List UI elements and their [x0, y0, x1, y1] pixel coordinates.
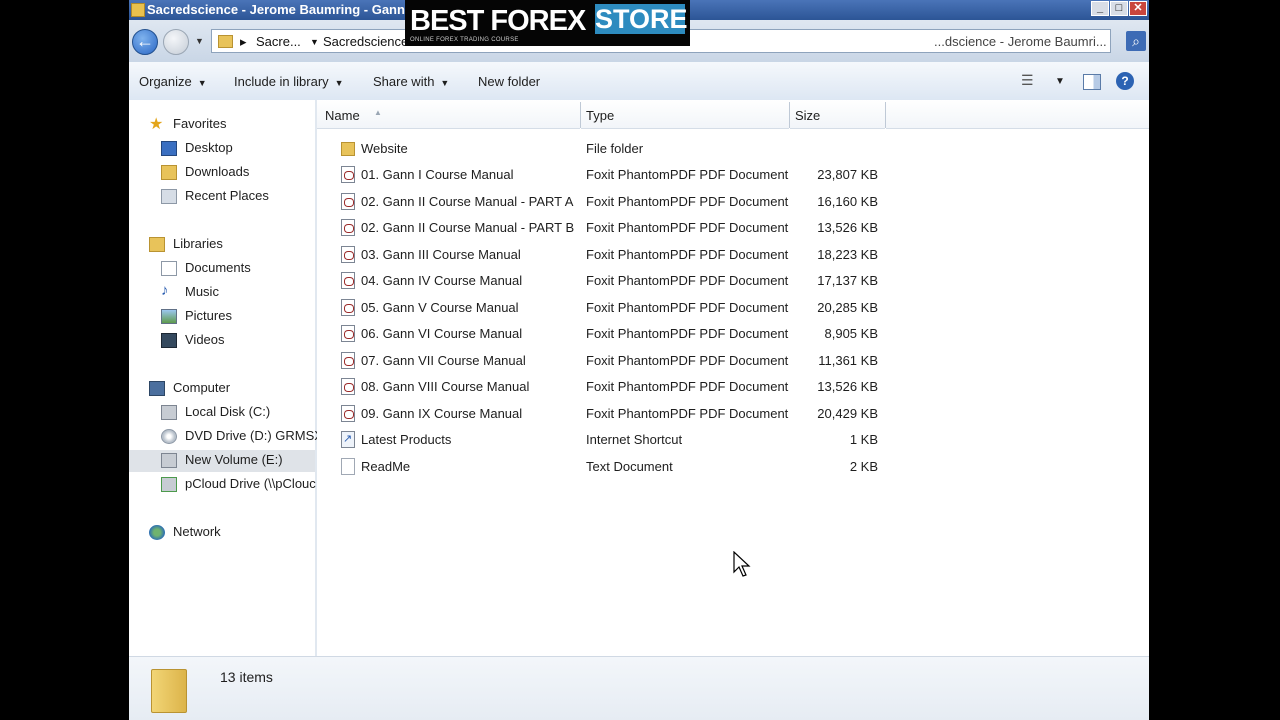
- hard-drive-icon: [161, 405, 177, 420]
- close-button[interactable]: ✕: [1129, 1, 1147, 16]
- file-row[interactable]: 01. Gann I Course Manual Foxit PhantomPD…: [317, 162, 1149, 188]
- dvd-drive-icon: [161, 429, 177, 444]
- maximize-button[interactable]: □: [1110, 1, 1128, 16]
- file-row[interactable]: 03. Gann III Course Manual Foxit Phantom…: [317, 242, 1149, 268]
- star-icon: ★: [149, 116, 164, 133]
- pdf-file-icon: [341, 246, 355, 263]
- breadcrumb-item[interactable]: Sacre...: [256, 34, 301, 49]
- file-row[interactable]: Website File folder: [317, 136, 1149, 162]
- column-header-type[interactable]: Type: [581, 100, 789, 129]
- explorer-window: Sacredscience - Jerome Baumring - Gann _…: [129, 0, 1149, 720]
- pictures-icon: [161, 309, 177, 324]
- pdf-file-icon: [341, 405, 355, 422]
- item-count: 13 items: [220, 669, 273, 685]
- include-in-library-menu[interactable]: Include in library ▼: [234, 74, 344, 89]
- preview-pane-icon[interactable]: [1083, 74, 1101, 90]
- forward-button[interactable]: [163, 29, 189, 55]
- computer-icon: [149, 381, 165, 396]
- libraries-icon: [149, 237, 165, 252]
- sort-ascending-icon: ▲: [374, 108, 382, 117]
- desktop-icon: [161, 141, 177, 156]
- minimize-button[interactable]: _: [1091, 1, 1109, 16]
- network-icon: [149, 525, 165, 540]
- documents-icon: [161, 261, 177, 276]
- pdf-file-icon: [341, 166, 355, 183]
- videos-icon: [161, 333, 177, 348]
- file-row[interactable]: 02. Gann II Course Manual - PART A Foxit…: [317, 189, 1149, 215]
- file-row[interactable]: 06. Gann VI Course Manual Foxit PhantomP…: [317, 321, 1149, 347]
- watermark-logo: BEST FOREX STORE ONLINE FOREX TRADING CO…: [405, 0, 690, 46]
- file-row[interactable]: 09. Gann IX Course Manual Foxit PhantomP…: [317, 401, 1149, 427]
- watermark-brand: BEST FOREX: [410, 5, 586, 37]
- window-title: Sacredscience - Jerome Baumring - Gann: [147, 2, 405, 17]
- back-button[interactable]: ←: [132, 29, 158, 55]
- folder-icon: [151, 669, 187, 713]
- share-with-menu[interactable]: Share with ▼: [373, 74, 449, 89]
- internet-shortcut-icon: [341, 431, 355, 448]
- file-row[interactable]: 05. Gann V Course Manual Foxit PhantomPD…: [317, 295, 1149, 321]
- folder-icon: [341, 142, 355, 156]
- watermark-tagline: ONLINE FOREX TRADING COURSE: [410, 37, 519, 43]
- music-icon: ♪: [161, 282, 169, 299]
- column-header-empty: [886, 100, 1149, 129]
- pdf-file-icon: [341, 378, 355, 395]
- file-row[interactable]: 08. Gann VIII Course Manual Foxit Phanto…: [317, 374, 1149, 400]
- file-row[interactable]: 04. Gann IV Course Manual Foxit PhantomP…: [317, 268, 1149, 294]
- recent-places-icon: [161, 189, 177, 204]
- file-row[interactable]: Latest Products Internet Shortcut 1 KB: [317, 427, 1149, 453]
- hard-drive-icon: [161, 453, 177, 468]
- pdf-file-icon: [341, 299, 355, 316]
- network-drive-icon: [161, 477, 177, 492]
- organize-menu[interactable]: Organize ▼: [139, 74, 207, 89]
- breadcrumb-separator-icon[interactable]: ▼: [310, 37, 319, 47]
- search-icon[interactable]: ⌕: [1126, 31, 1146, 51]
- file-row[interactable]: ReadMe Text Document 2 KB: [317, 454, 1149, 480]
- column-header-size[interactable]: Size: [790, 100, 885, 129]
- chevron-down-icon[interactable]: ▼: [1055, 76, 1065, 87]
- file-row[interactable]: 07. Gann VII Course Manual Foxit Phantom…: [317, 348, 1149, 374]
- folder-icon: [218, 35, 233, 48]
- view-options-icon[interactable]: ☰: [1021, 72, 1034, 89]
- pdf-file-icon: [341, 352, 355, 369]
- file-row[interactable]: 02. Gann II Course Manual - PART B Foxit…: [317, 215, 1149, 241]
- details-pane: 13 items: [129, 656, 1149, 720]
- downloads-folder-icon: [161, 165, 177, 180]
- pdf-file-icon: [341, 272, 355, 289]
- help-icon[interactable]: ?: [1116, 72, 1134, 90]
- column-header-name[interactable]: Name ▲: [317, 100, 580, 129]
- watermark-store: STORE: [595, 4, 688, 34]
- navigation-pane: ★ Favorites Desktop Downloads Recent Pla…: [129, 100, 323, 656]
- text-file-icon: [341, 458, 355, 475]
- pdf-file-icon: [341, 193, 355, 210]
- folder-icon: [131, 3, 145, 17]
- breadcrumb-separator-icon[interactable]: ▸: [240, 34, 247, 50]
- search-input[interactable]: ...dscience - Jerome Baumri...: [934, 34, 1107, 49]
- new-folder-button[interactable]: New folder: [478, 74, 540, 89]
- pdf-file-icon: [341, 325, 355, 342]
- pdf-file-icon: [341, 219, 355, 236]
- recent-pages-dropdown[interactable]: ▼: [195, 36, 204, 46]
- command-bar: Organize ▼ Include in library ▼ Share with…: [129, 62, 1149, 101]
- mouse-cursor-icon: [733, 551, 751, 577]
